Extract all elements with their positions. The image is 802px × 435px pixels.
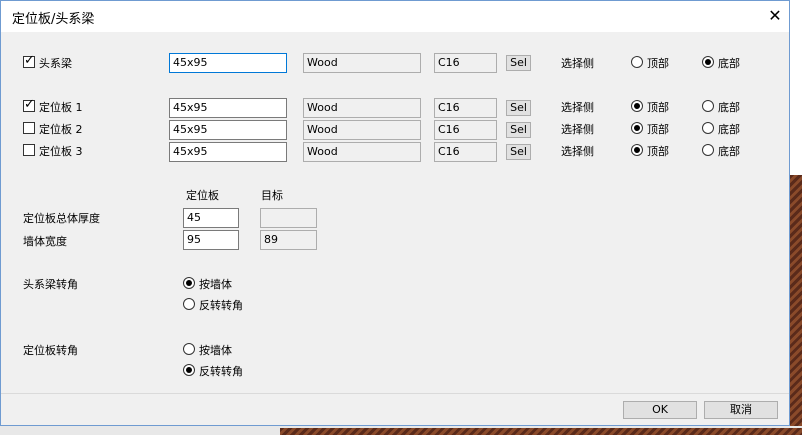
- header-corner-reverse-label: 反转转角: [199, 299, 243, 312]
- plate2-top-radio[interactable]: [631, 122, 643, 134]
- plate1-size-field[interactable]: 45x95: [169, 98, 287, 118]
- plate3-top-label: 顶部: [647, 145, 669, 158]
- plate2-size-field[interactable]: 45x95: [169, 120, 287, 140]
- plate2-label: 定位板 2: [39, 123, 83, 136]
- plate1-checkbox[interactable]: ✓: [23, 97, 35, 112]
- header-beam-bottom-radio[interactable]: [702, 56, 714, 68]
- ok-button[interactable]: OK: [623, 401, 697, 419]
- wall-width-field[interactable]: 95: [183, 230, 239, 250]
- plate-corner-by-wall-radio[interactable]: [183, 343, 195, 355]
- plate2-bottom-label: 底部: [718, 123, 740, 136]
- footer-divider: [1, 393, 789, 394]
- cancel-button[interactable]: 取消: [704, 401, 778, 419]
- title-bar[interactable]: 定位板/头系梁 ✕: [1, 1, 789, 32]
- header-beam-size-field[interactable]: 45x95: [169, 53, 287, 73]
- dialog-window: 定位板/头系梁 ✕ ✓ 头系梁 45x95 Wood C16 Sel 选择侧 顶…: [0, 0, 790, 426]
- header-beam-top-radio[interactable]: [631, 56, 643, 68]
- background-roof-texture-bottom: [280, 428, 802, 435]
- wall-width-label: 墙体宽度: [23, 235, 67, 248]
- header-corner-label: 头系梁转角: [23, 278, 78, 291]
- plate3-side-label: 选择侧: [561, 145, 594, 158]
- header-beam-checkbox[interactable]: ✓: [23, 53, 35, 68]
- plate2-top-label: 顶部: [647, 123, 669, 136]
- plate3-checkbox[interactable]: [23, 144, 35, 156]
- plate1-label: 定位板 1: [39, 101, 83, 114]
- checkmark-icon: ✓: [24, 53, 35, 68]
- plate3-label: 定位板 3: [39, 145, 83, 158]
- plate1-bottom-radio[interactable]: [702, 100, 714, 112]
- plate-corner-reverse-label: 反转转角: [199, 365, 243, 378]
- plate1-material-field[interactable]: Wood: [303, 98, 421, 118]
- plate2-grade-field[interactable]: C16: [434, 120, 497, 140]
- plate2-bottom-radio[interactable]: [702, 122, 714, 134]
- plate3-size-field[interactable]: 45x95: [169, 142, 287, 162]
- header-beam-grade-field[interactable]: C16: [434, 53, 497, 73]
- total-thickness-field[interactable]: 45: [183, 208, 239, 228]
- plate3-bottom-label: 底部: [718, 145, 740, 158]
- total-thickness-target-field: [260, 208, 317, 228]
- plate1-sel-button[interactable]: Sel: [506, 100, 531, 116]
- plate2-material-field[interactable]: Wood: [303, 120, 421, 140]
- plate-corner-by-wall-label: 按墙体: [199, 344, 232, 357]
- plate-column-header: 定位板: [186, 189, 219, 202]
- plate3-material-field[interactable]: Wood: [303, 142, 421, 162]
- plate3-top-radio[interactable]: [631, 144, 643, 156]
- plate-corner-label: 定位板转角: [23, 344, 78, 357]
- dialog-title: 定位板/头系梁: [12, 12, 95, 27]
- plate1-side-label: 选择侧: [561, 101, 594, 114]
- header-corner-by-wall-label: 按墙体: [199, 278, 232, 291]
- plate2-side-label: 选择侧: [561, 123, 594, 136]
- target-column-header: 目标: [261, 189, 283, 202]
- header-beam-sel-button[interactable]: Sel: [506, 55, 531, 71]
- plate2-checkbox[interactable]: [23, 122, 35, 134]
- close-icon[interactable]: ✕: [761, 3, 789, 29]
- header-beam-side-label: 选择侧: [561, 57, 594, 70]
- header-beam-label: 头系梁: [39, 57, 72, 70]
- total-thickness-label: 定位板总体厚度: [23, 212, 100, 225]
- header-corner-reverse-radio[interactable]: [183, 298, 195, 310]
- plate2-sel-button[interactable]: Sel: [506, 122, 531, 138]
- background-roof-texture: [790, 175, 802, 435]
- wall-width-target-field: 89: [260, 230, 317, 250]
- plate1-top-label: 顶部: [647, 101, 669, 114]
- plate3-bottom-radio[interactable]: [702, 144, 714, 156]
- header-beam-material-field[interactable]: Wood: [303, 53, 421, 73]
- checkmark-icon: ✓: [24, 97, 35, 112]
- header-beam-top-label: 顶部: [647, 57, 669, 70]
- plate-corner-reverse-radio[interactable]: [183, 364, 195, 376]
- plate1-grade-field[interactable]: C16: [434, 98, 497, 118]
- header-beam-bottom-label: 底部: [718, 57, 740, 70]
- plate1-bottom-label: 底部: [718, 101, 740, 114]
- plate1-top-radio[interactable]: [631, 100, 643, 112]
- plate3-sel-button[interactable]: Sel: [506, 144, 531, 160]
- header-corner-by-wall-radio[interactable]: [183, 277, 195, 289]
- plate3-grade-field[interactable]: C16: [434, 142, 497, 162]
